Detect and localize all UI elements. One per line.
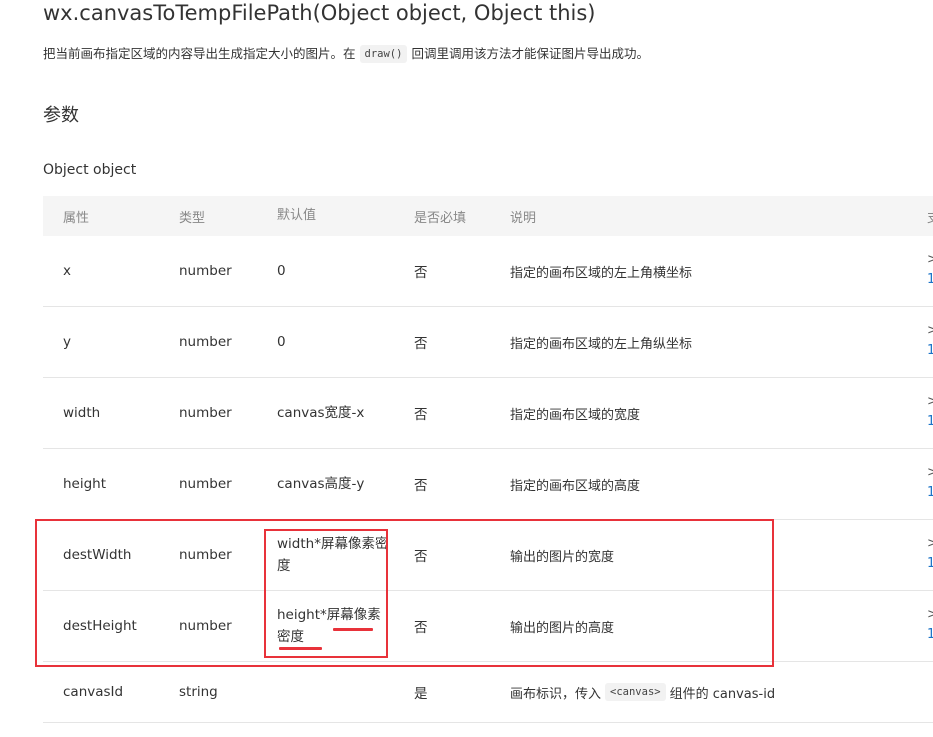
header-required: 是否必填 [414, 210, 467, 226]
param-name: height [63, 476, 107, 492]
param-default: canvas宽度-x [277, 405, 365, 421]
description-text-before: 画布标识，传入 [510, 686, 602, 702]
version-prefix: > [927, 465, 933, 480]
param-type: number [179, 263, 232, 279]
table-row: y number 0 否 指定的画布区域的左上角纵坐标 >1 [43, 307, 933, 378]
table-header: 属性 类型 默认值 是否必填 说明 支 [43, 196, 933, 236]
param-name: x [63, 263, 71, 279]
version-prefix: > [927, 607, 933, 622]
param-required: 否 [414, 407, 428, 423]
annotation-underline [279, 647, 322, 650]
version-link[interactable]: 1 [927, 483, 933, 503]
table-row: height number canvas高度-y 否 指定的画布区域的高度 >1 [43, 449, 933, 520]
param-default: 0 [277, 263, 286, 279]
param-description: 画布标识，传入 <canvas> 组件的 canvas-id [510, 662, 775, 722]
annotation-underline [333, 628, 373, 631]
param-version: >1 [927, 250, 933, 290]
header-version: 支 [927, 196, 933, 236]
param-type: number [179, 476, 232, 492]
version-link[interactable]: 1 [927, 341, 933, 361]
param-description: 指定的画布区域的高度 [510, 478, 641, 494]
param-version: >1 [927, 605, 933, 645]
header-default: 默认值 [277, 208, 317, 223]
param-type: number [179, 405, 232, 421]
param-name: y [63, 334, 71, 350]
section-heading-params: 参数 [43, 105, 79, 126]
param-version: >1 [927, 392, 933, 432]
header-property: 属性 [63, 210, 90, 226]
version-prefix: > [927, 323, 933, 338]
param-version: >1 [927, 534, 933, 574]
param-required: 是 [414, 686, 428, 702]
inline-code-canvas: <canvas> [605, 683, 666, 701]
version-link[interactable]: 1 [927, 270, 933, 290]
description-text-after: 组件的 canvas-id [669, 686, 776, 702]
inline-code-draw: draw() [359, 45, 408, 63]
table-row: width number canvas宽度-x 否 指定的画布区域的宽度 >1 [43, 378, 933, 449]
header-type: 类型 [179, 210, 206, 226]
page-title: wx.canvasToTempFilePath(Object object, O… [43, 1, 596, 25]
param-description: 指定的画布区域的左上角横坐标 [510, 265, 693, 281]
param-required: 否 [414, 265, 428, 281]
param-name: canvasId [63, 684, 124, 700]
header-description: 说明 [510, 210, 537, 226]
annotation-highlight-defaults [264, 529, 388, 658]
table-row: canvasId string 是 画布标识，传入 <canvas> 组件的 can… [43, 662, 933, 723]
table-row: x number 0 否 指定的画布区域的左上角横坐标 >1 [43, 236, 933, 307]
version-prefix: > [927, 252, 933, 267]
version-link[interactable]: 1 [927, 412, 933, 432]
version-link[interactable]: 1 [927, 554, 933, 574]
param-default: 0 [277, 334, 286, 350]
param-required: 否 [414, 478, 428, 494]
param-name: width [63, 405, 101, 421]
param-required: 否 [414, 336, 428, 352]
param-description: 指定的画布区域的左上角纵坐标 [510, 336, 693, 352]
param-type: number [179, 334, 232, 350]
param-description: 指定的画布区域的宽度 [510, 407, 641, 423]
description-text-before: 把当前画布指定区域的内容导出生成指定大小的图片。在 [43, 46, 356, 61]
object-label: Object object [43, 162, 137, 178]
param-type: string [179, 684, 218, 700]
version-prefix: > [927, 536, 933, 551]
param-default [277, 662, 392, 722]
page-description: 把当前画布指定区域的内容导出生成指定大小的图片。在 draw() 回调里调用该方法才… [43, 44, 923, 64]
version-prefix: > [927, 394, 933, 409]
description-text-after: 回调里调用该方法才能保证图片导出成功。 [411, 46, 649, 61]
param-version: >1 [927, 463, 933, 503]
param-default: canvas高度-y [277, 476, 365, 492]
param-version: >1 [927, 321, 933, 361]
annotation-highlight-rows [35, 519, 774, 667]
version-link[interactable]: 1 [927, 625, 933, 645]
